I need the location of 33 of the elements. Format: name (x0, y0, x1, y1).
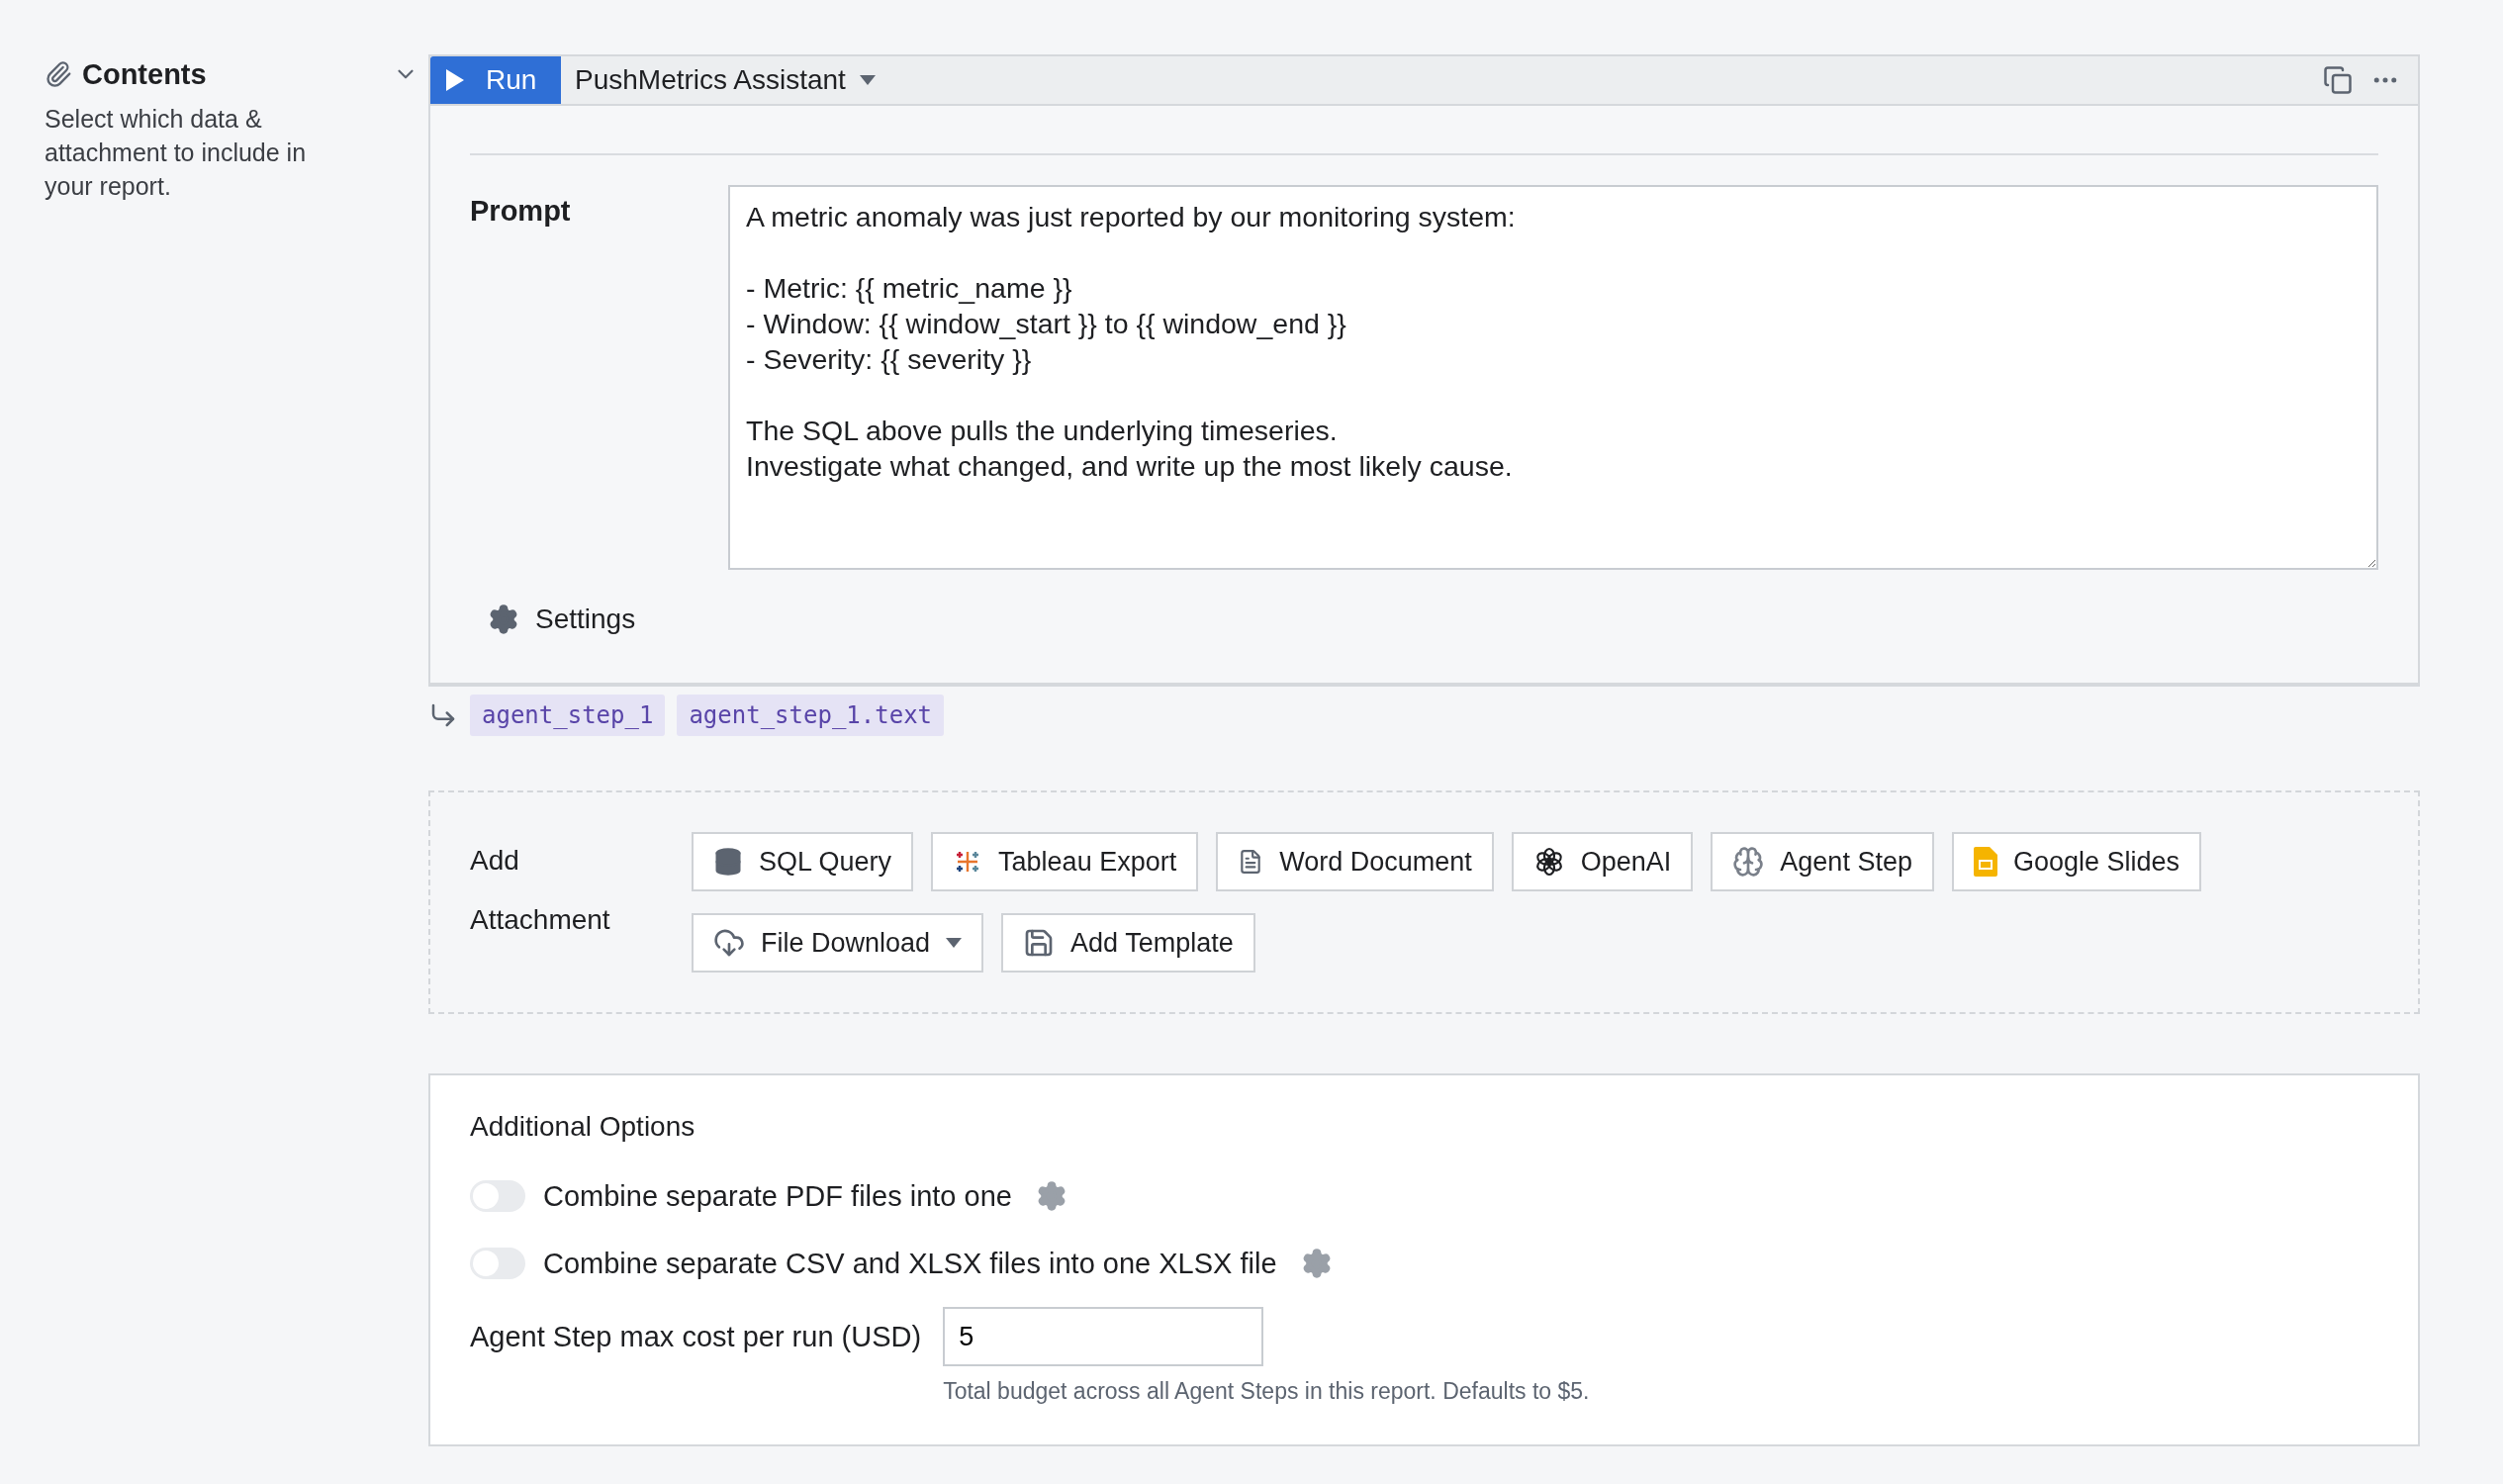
section-description: Select which data & attachment to include in your report. (45, 104, 308, 202)
prompt-label: Prompt (470, 194, 572, 229)
paperclip-icon (45, 60, 72, 88)
database-icon (713, 847, 743, 877)
output-tag: agent_step_1 (470, 695, 666, 736)
play-icon (446, 69, 464, 91)
cloud-download-icon (713, 927, 745, 959)
settings-button[interactable]: Settings (484, 600, 640, 639)
add-attachment-button[interactable]: SQL Query (692, 832, 914, 891)
add-attachment-button[interactable]: OpenAI (1511, 832, 1694, 891)
option-label: Combine separate PDF files into one (543, 1179, 1012, 1213)
cost-field[interactable]: 5 (943, 1307, 1264, 1366)
copy-icon[interactable] (2323, 65, 2353, 95)
add-attachment-button[interactable]: File Download (692, 913, 984, 973)
add-attachment-button[interactable]: Tableau Export (931, 832, 1199, 891)
caret-icon (859, 75, 876, 85)
add-attachment-button[interactable]: Agent Step (1711, 832, 1934, 891)
settings-icon (488, 603, 519, 635)
cost-hint: Total budget across all Agent Steps in this report. Defaults to $5. (943, 1378, 1591, 1405)
assistant-select[interactable]: PushMetrics Assistant (561, 64, 889, 96)
cost-label: Agent Step max cost per run (USD) (470, 1320, 922, 1353)
add-attachment-button[interactable]: Google Slides (1951, 832, 2202, 891)
run-button[interactable]: Run (430, 56, 561, 104)
add-attachment-button[interactable]: Word Document (1216, 832, 1494, 891)
slides-icon (1973, 847, 1997, 877)
options-title: Additional Options (470, 1111, 696, 1143)
output-tag: agent_step_1.text (677, 695, 945, 736)
option-label: Combine separate CSV and XLSX files into one XLSX file (543, 1247, 1277, 1280)
add-attachment-button[interactable]: Add Template (1001, 913, 1255, 973)
prompt-field[interactable]: A metric anomaly was just reported by our monitoring system: - Metric: {{ metric_name }} - Window: {{ window_start }} to {{ window_end }} - Severity: {{ severity }} The SQL above pulls the underlying timeseries. Investigate what changed, and write up the most likely cause. (728, 185, 2378, 570)
attachment-label: Add Attachment (470, 844, 611, 937)
section-title: Contents (82, 57, 208, 91)
brain-icon (1732, 846, 1765, 878)
